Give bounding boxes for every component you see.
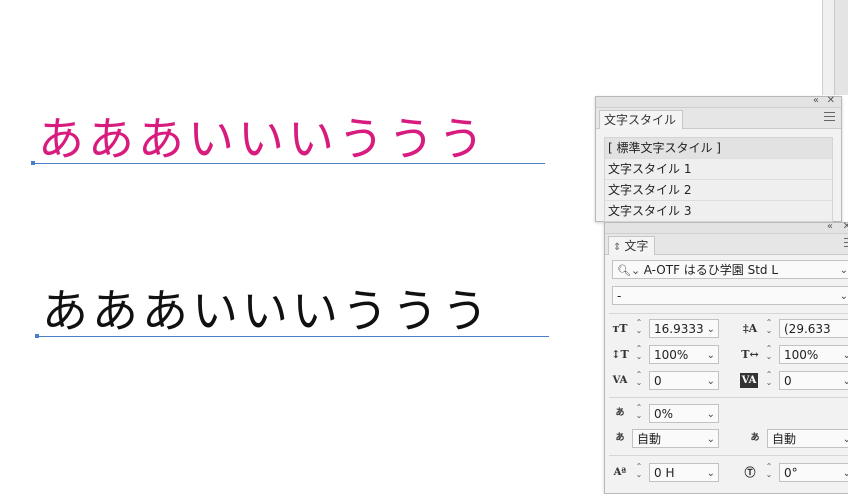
panel-menu-icon[interactable]: [824, 112, 835, 124]
rotation-field[interactable]: 0° ⌄: [779, 463, 848, 482]
divider: [609, 397, 848, 398]
style-item-2[interactable]: 文字スタイル 2: [605, 180, 832, 201]
tab-character-styles[interactable]: 文字スタイル: [599, 110, 684, 129]
panel-menu-icon[interactable]: [844, 238, 848, 250]
tracking-value: 0: [784, 374, 792, 388]
rotation-stepper[interactable]: ⌃ ⌄: [762, 463, 776, 482]
rotation-icon: Ⓣ: [744, 466, 756, 479]
tsume-field[interactable]: 0% ⌄: [649, 404, 719, 423]
style-item-1[interactable]: 文字スタイル 1: [605, 159, 832, 180]
collapse-icon[interactable]: «: [813, 95, 819, 107]
baseline-shift-stepper[interactable]: ⌃ ⌄: [632, 463, 646, 482]
horizontal-scale-field[interactable]: 100% ⌄: [779, 345, 848, 364]
chevron-down-icon[interactable]: ⌄: [843, 346, 848, 363]
font-family-value: A-OTF はるひ学園 Std L: [643, 263, 779, 277]
leading-stepper[interactable]: ⌃ ⌄: [762, 319, 776, 338]
leading-value: (29.633: [784, 322, 831, 336]
aki-after-icon: あ: [750, 433, 760, 443]
character-styles-panel: « ✕ 文字スタイル [ 標準文字スタイル ] 文字スタイル 1 文字スタイル …: [595, 95, 842, 223]
baseline-shift-icon: Aª: [613, 467, 627, 478]
chevron-down-icon: ⌄: [839, 291, 848, 302]
font-size-field[interactable]: 16.9333 ⌄: [649, 319, 719, 338]
tab-label: 文字: [624, 239, 649, 253]
kerning-icon: VA: [612, 375, 628, 386]
sample-text-line-pink[interactable]: あああいいいううう: [38, 116, 488, 162]
kerning-stepper[interactable]: ⌃ ⌄: [632, 371, 646, 390]
tracking-field[interactable]: 0 ⌄: [779, 371, 848, 390]
rotation-value: 0°: [784, 466, 798, 480]
divider: [609, 313, 848, 314]
leading-field[interactable]: (29.633: [779, 319, 848, 338]
panel-topbar: « ✕: [596, 95, 841, 108]
divider: [609, 455, 848, 456]
vertical-scale-stepper[interactable]: ⌃ ⌄: [632, 345, 646, 364]
font-size-stepper[interactable]: ⌃ ⌄: [632, 319, 646, 338]
sample-text-line-black[interactable]: あああいいいううう: [42, 288, 492, 334]
tsume-stepper[interactable]: ⌃ ⌄: [632, 404, 646, 423]
aki-before-field[interactable]: 自動 ⌄: [632, 429, 719, 448]
search-icon: 🔍︎⌄: [617, 264, 644, 277]
chevron-down-icon[interactable]: ⌄: [707, 430, 715, 447]
tsume-icon: あ: [615, 408, 625, 418]
horizontal-scale-stepper[interactable]: ⌃ ⌄: [762, 345, 776, 364]
aki-after-field[interactable]: 自動 ⌄: [767, 429, 848, 448]
tsume-value: 0%: [654, 407, 674, 421]
vertical-scale-field[interactable]: 100% ⌄: [649, 345, 719, 364]
chevron-down-icon[interactable]: ⌄: [843, 372, 848, 389]
chevron-down-icon[interactable]: ⌄: [707, 405, 715, 422]
font-style-value: -: [617, 289, 622, 303]
panel-topbar: « ✕: [605, 221, 848, 234]
kerning-field[interactable]: 0 ⌄: [649, 371, 719, 390]
aki-after-value: 自動: [772, 432, 797, 446]
document-scrollbar[interactable]: [834, 0, 848, 95]
close-icon[interactable]: ✕: [827, 95, 835, 107]
chevron-down-icon[interactable]: ⌄: [707, 464, 715, 481]
chevron-down-icon[interactable]: ⌄: [843, 430, 848, 447]
horizontal-scale-value: 100%: [784, 348, 819, 362]
baseline-shift-field[interactable]: 0 H ⌄: [649, 463, 719, 482]
font-size-value: 16.9333: [654, 322, 704, 336]
style-item-3[interactable]: 文字スタイル 3: [605, 201, 832, 222]
chevron-down-icon[interactable]: ⌄: [707, 372, 715, 389]
tab-row: ⇕ 文字: [605, 234, 848, 255]
style-item-default[interactable]: [ 標準文字スタイル ]: [605, 138, 832, 159]
tab-character[interactable]: ⇕ 文字: [608, 236, 656, 255]
style-list: [ 標準文字スタイル ] 文字スタイル 1 文字スタイル 2 文字スタイル 3: [604, 137, 833, 223]
aki-before-value: 自動: [637, 432, 662, 446]
character-panel: « ✕ ⇕ 文字 🔍︎⌄ A-OTF はるひ学園 Std L ⌄ - ⌄ ᴛT ⌃…: [604, 221, 848, 494]
kerning-value: 0: [654, 374, 662, 388]
chevron-down-icon[interactable]: ⌄: [843, 464, 848, 481]
chevron-down-icon[interactable]: ⌄: [707, 346, 715, 363]
baseline-guide-2: [37, 336, 549, 337]
baseline-shift-value: 0 H: [654, 466, 675, 480]
leading-icon: ‡A: [742, 322, 758, 335]
text-frame-handle-2[interactable]: [35, 334, 39, 338]
collapse-icon[interactable]: «: [827, 221, 833, 233]
close-icon[interactable]: ✕: [843, 221, 848, 233]
font-size-icon: ᴛT: [612, 322, 628, 335]
vertical-scale-value: 100%: [654, 348, 689, 362]
chevron-down-icon: ⌄: [839, 265, 848, 276]
tab-row: 文字スタイル: [596, 108, 841, 129]
baseline-guide-1: [33, 163, 545, 164]
horizontal-scale-icon: T↔: [741, 348, 759, 361]
font-style-field[interactable]: - ⌄: [612, 286, 848, 305]
chevron-down-icon[interactable]: ⌄: [704, 320, 715, 337]
tracking-icon: VA: [740, 373, 758, 388]
font-family-field[interactable]: 🔍︎⌄ A-OTF はるひ学園 Std L ⌄: [612, 260, 848, 279]
vertical-scale-icon: ↕T: [611, 348, 629, 361]
tracking-stepper[interactable]: ⌃ ⌄: [762, 371, 776, 390]
text-frame-handle-1[interactable]: [31, 161, 35, 165]
aki-before-icon: あ: [615, 433, 625, 443]
tab-options-icon: ⇕: [613, 242, 622, 253]
